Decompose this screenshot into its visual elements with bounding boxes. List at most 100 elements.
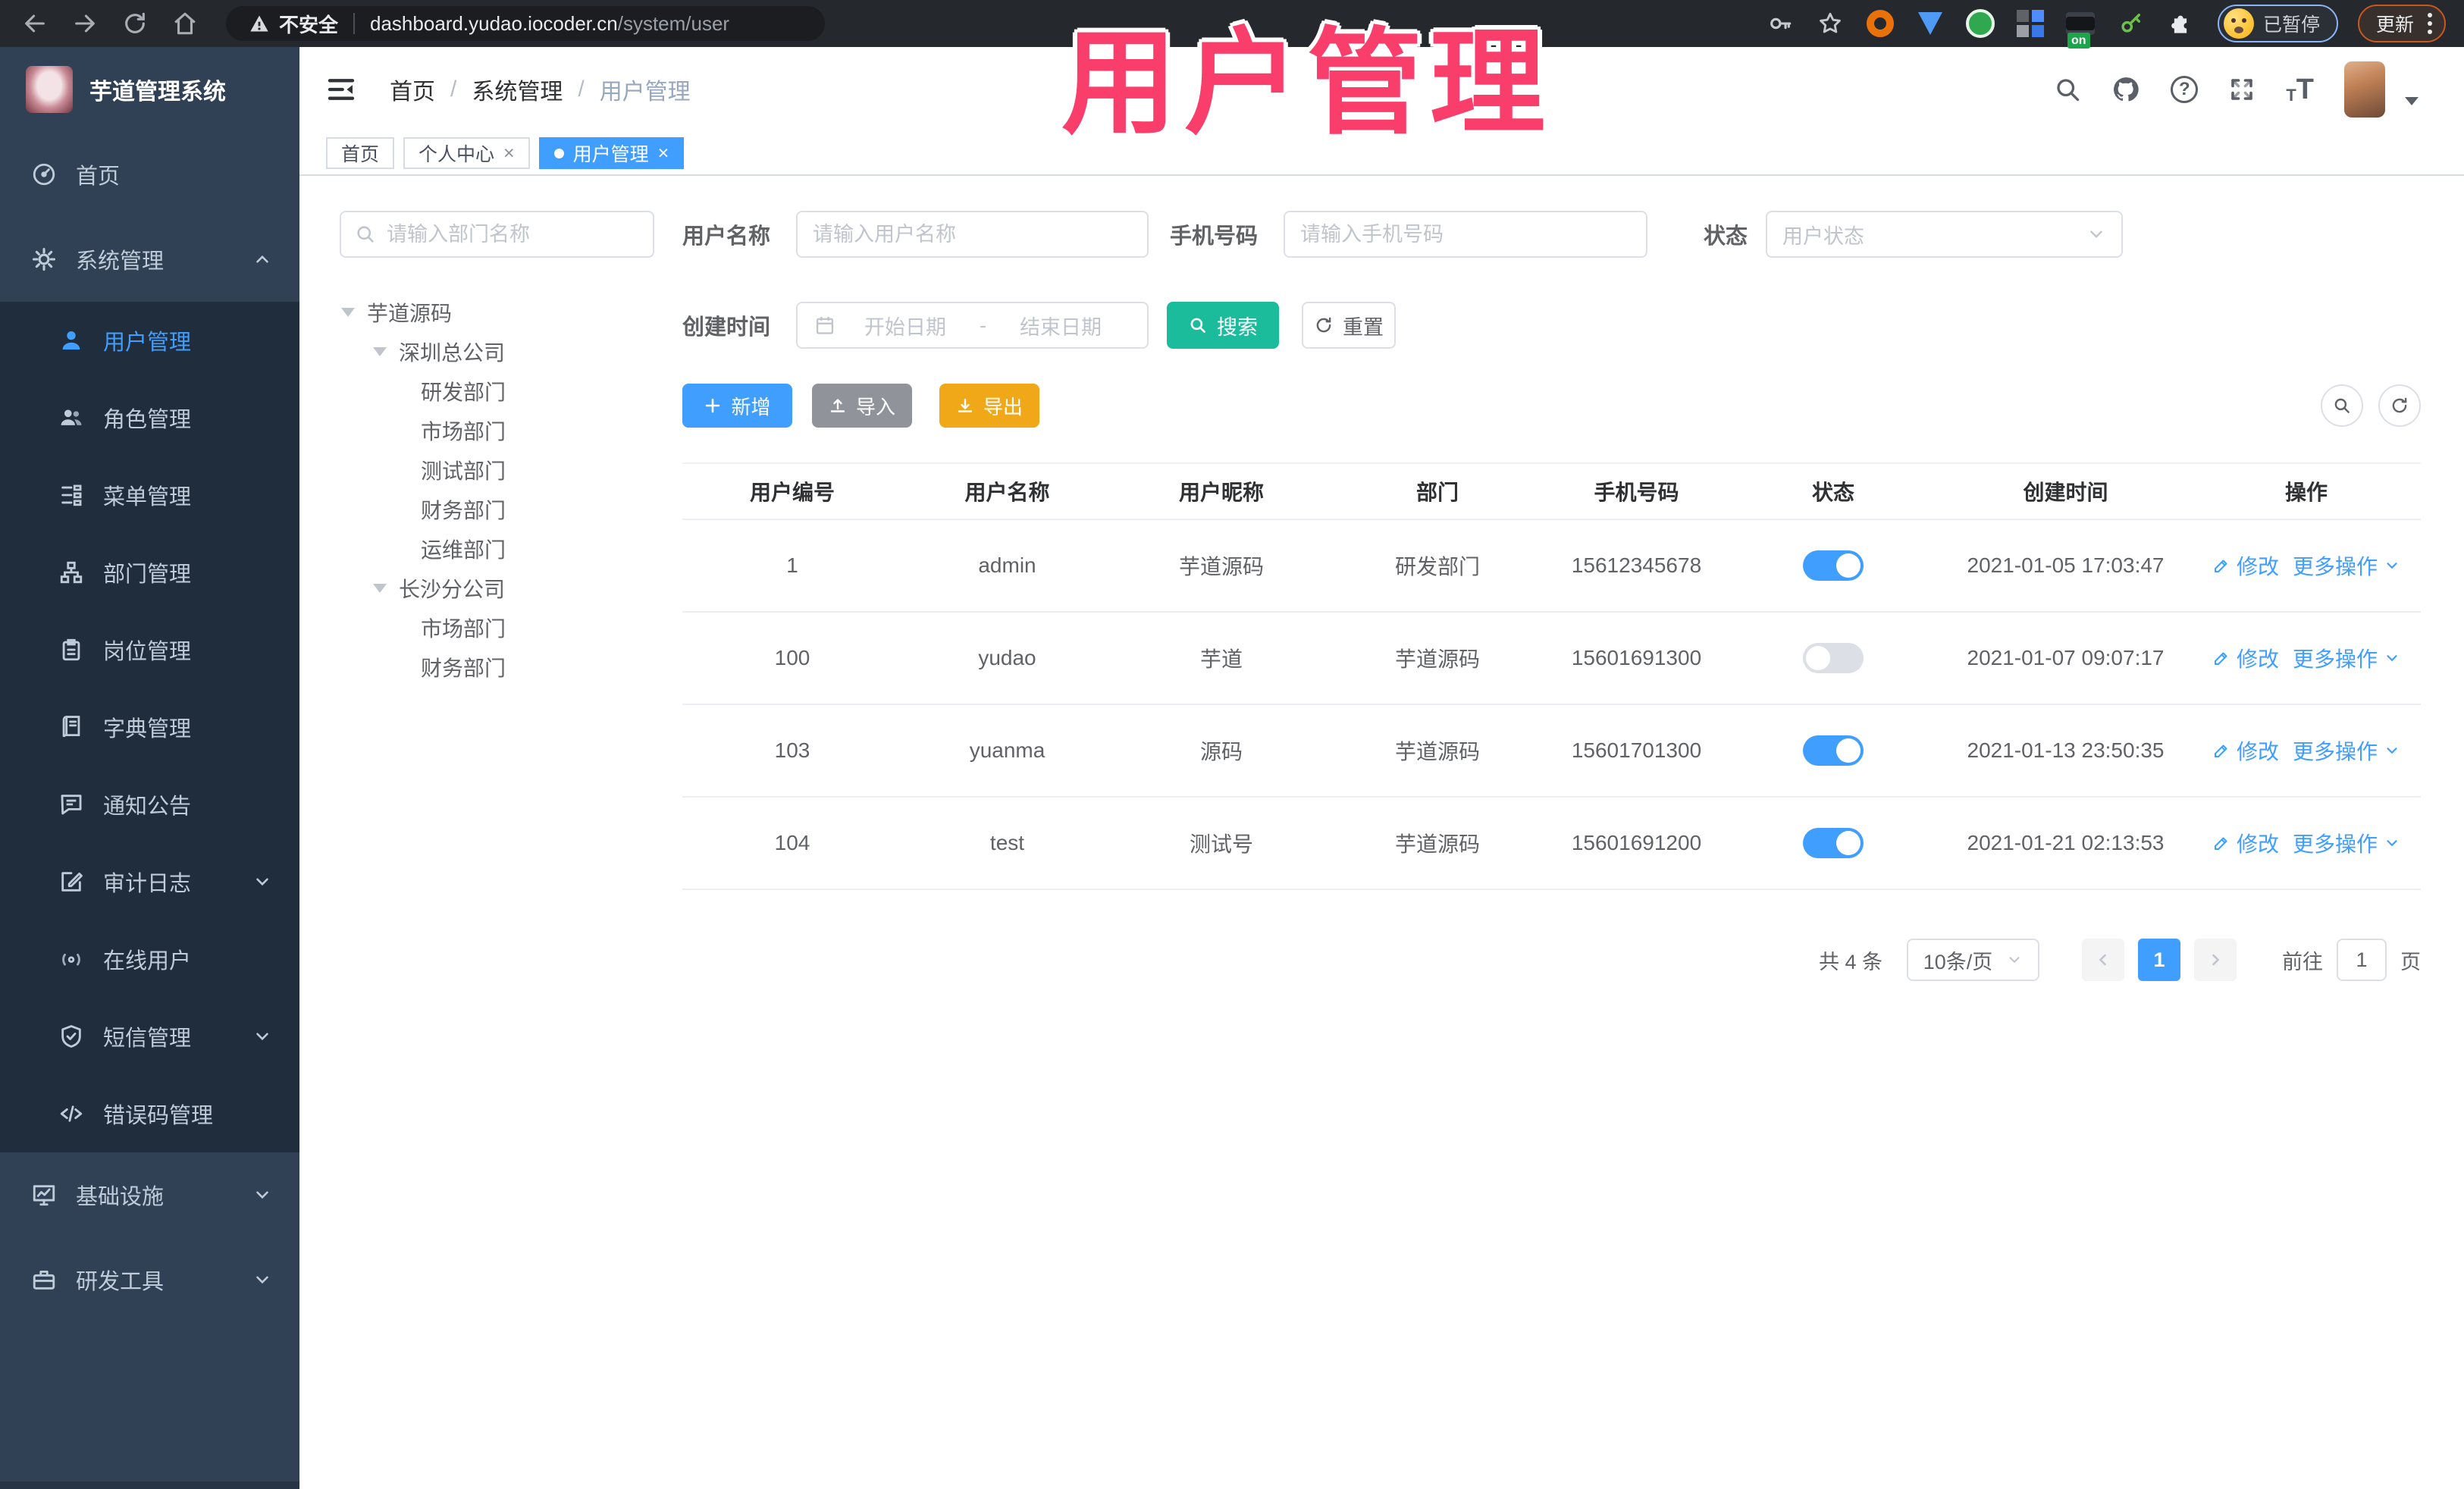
browser-update-button[interactable]: 更新 — [2357, 5, 2446, 42]
extensions-puzzle-icon[interactable] — [2166, 9, 2195, 38]
toggle-search-icon[interactable] — [2321, 384, 2363, 427]
bookmark-star-icon[interactable] — [1816, 9, 1845, 38]
font-size-icon[interactable] — [2286, 75, 2314, 104]
sidebar-item-roles[interactable]: 角色管理 — [0, 379, 299, 456]
tree-node[interactable]: 运维部门 — [340, 529, 654, 569]
back-icon[interactable] — [18, 7, 52, 40]
caret-down-icon[interactable] — [373, 347, 387, 356]
status-toggle[interactable] — [1803, 550, 1864, 581]
username-input[interactable] — [796, 211, 1149, 258]
breadcrumb-home[interactable]: 首页 — [390, 73, 435, 106]
sidebar-item-menus[interactable]: 菜单管理 — [0, 456, 299, 534]
column-header[interactable]: 部门 — [1331, 476, 1544, 506]
prev-page-button[interactable] — [2082, 939, 2124, 981]
status-toggle[interactable] — [1803, 828, 1864, 858]
search-icon[interactable] — [2054, 76, 2081, 103]
column-header[interactable]: 用户编号 — [682, 476, 902, 506]
edit-link[interactable]: 修改 — [2212, 550, 2279, 581]
tree-node[interactable]: 研发部门 — [340, 371, 654, 411]
help-icon[interactable] — [2171, 76, 2199, 103]
sidebar-item-dict[interactable]: 字典管理 — [0, 688, 299, 766]
tree-node[interactable]: 深圳总公司 — [340, 332, 654, 371]
sidebar-item-dev-tools[interactable]: 研发工具 — [0, 1237, 299, 1322]
caret-down-icon[interactable] — [373, 584, 387, 593]
tree-node[interactable]: 市场部门 — [340, 411, 654, 450]
column-header[interactable]: 状态 — [1729, 476, 1938, 506]
sidebar-item-online-users[interactable]: 在线用户 — [0, 920, 299, 998]
tab-user-management[interactable]: 用户管理 × — [538, 137, 685, 169]
tab-home[interactable]: 首页 — [326, 137, 395, 169]
export-button[interactable]: 导出 — [939, 384, 1039, 428]
extension-switch-icon[interactable]: on — [2065, 9, 2095, 49]
reload-icon[interactable] — [118, 7, 152, 40]
url-host[interactable]: dashboard.yudao.iocoder.cn — [370, 12, 618, 36]
fullscreen-icon[interactable] — [2228, 76, 2256, 103]
password-key-icon[interactable] — [1766, 9, 1795, 38]
tree-node[interactable]: 市场部门 — [340, 608, 654, 647]
more-actions-link[interactable]: 更多操作 — [2293, 735, 2400, 766]
address-bar[interactable]: 不安全 dashboard.yudao.iocoder.cn /system/u… — [226, 6, 825, 41]
extension-orange-icon[interactable] — [1866, 9, 1895, 38]
avatar-caret-icon[interactable] — [2405, 96, 2419, 105]
sidebar-item-home[interactable]: 首页 — [0, 132, 299, 217]
sidebar-item-system[interactable]: 系统管理 — [0, 217, 299, 302]
next-page-button[interactable] — [2194, 939, 2237, 981]
page-size-select[interactable]: 10条/页 — [1907, 939, 2039, 981]
tree-node[interactable]: 长沙分公司 — [340, 569, 654, 608]
edit-link[interactable]: 修改 — [2212, 735, 2279, 766]
security-warning-icon[interactable] — [249, 13, 270, 34]
hamburger-icon[interactable] — [326, 74, 356, 105]
reset-button[interactable]: 重置 — [1302, 302, 1396, 349]
sidebar-item-posts[interactable]: 岗位管理 — [0, 611, 299, 688]
refresh-icon[interactable] — [2378, 384, 2421, 427]
sidebar-logo[interactable]: 芋道管理系统 — [0, 47, 299, 132]
status-toggle[interactable] — [1803, 643, 1864, 673]
more-actions-link[interactable]: 更多操作 — [2293, 550, 2400, 581]
sidebar-item-notice[interactable]: 通知公告 — [0, 766, 299, 843]
sidebar-item-infra[interactable]: 基础设施 — [0, 1152, 299, 1237]
home-icon[interactable] — [168, 7, 202, 40]
browser-menu-icon[interactable] — [2428, 13, 2432, 34]
url-path[interactable]: /system/user — [618, 12, 729, 36]
current-page-button[interactable]: 1 — [2138, 939, 2180, 981]
caret-down-icon[interactable] — [341, 308, 355, 317]
column-header[interactable]: 手机号码 — [1544, 476, 1729, 506]
mobile-input[interactable] — [1284, 211, 1647, 258]
add-button[interactable]: 新增 — [682, 384, 792, 428]
more-actions-link[interactable]: 更多操作 — [2293, 828, 2400, 858]
sidebar-item-audit-log[interactable]: 审计日志 — [0, 843, 299, 920]
status-select[interactable]: 用户状态 — [1766, 211, 2123, 258]
tree-node[interactable]: 测试部门 — [340, 450, 654, 490]
sidebar-item-sms[interactable]: 短信管理 — [0, 998, 299, 1075]
breadcrumb-section[interactable]: 系统管理 — [472, 73, 563, 106]
tree-node[interactable]: 财务部门 — [340, 490, 654, 529]
extension-grid-icon[interactable] — [2016, 9, 2045, 38]
column-header[interactable]: 用户昵称 — [1112, 476, 1331, 506]
dept-search-input[interactable] — [387, 222, 639, 246]
forward-icon[interactable] — [68, 7, 102, 40]
sidebar-item-users[interactable]: 用户管理 — [0, 302, 299, 379]
tab-profile[interactable]: 个人中心 × — [403, 137, 530, 169]
edit-link[interactable]: 修改 — [2212, 828, 2279, 858]
close-icon[interactable]: × — [658, 143, 669, 163]
security-label[interactable]: 不安全 — [279, 10, 338, 38]
status-toggle[interactable] — [1803, 735, 1864, 766]
extension-key-icon[interactable] — [2116, 9, 2145, 38]
browser-profile-button[interactable]: 已暂停 — [2217, 5, 2338, 42]
search-button[interactable]: 搜索 — [1167, 302, 1279, 349]
column-header[interactable]: 用户名称 — [902, 476, 1112, 506]
sidebar-item-depts[interactable]: 部门管理 — [0, 534, 299, 611]
extension-green-icon[interactable] — [1965, 9, 1995, 38]
more-actions-link[interactable]: 更多操作 — [2293, 643, 2400, 673]
column-header[interactable]: 操作 — [2193, 476, 2419, 506]
tree-node[interactable]: 财务部门 — [340, 647, 654, 687]
edit-link[interactable]: 修改 — [2212, 643, 2279, 673]
goto-page-input[interactable] — [2337, 939, 2387, 981]
date-range-picker[interactable]: 开始日期 - 结束日期 — [796, 302, 1149, 349]
import-button[interactable]: 导入 — [812, 384, 912, 428]
user-avatar[interactable] — [2344, 61, 2385, 118]
tree-node[interactable]: 芋道源码 — [340, 293, 654, 332]
sidebar-item-error-codes[interactable]: 错误码管理 — [0, 1075, 299, 1152]
close-icon[interactable]: × — [503, 143, 515, 163]
column-header[interactable]: 创建时间 — [1938, 476, 2193, 506]
